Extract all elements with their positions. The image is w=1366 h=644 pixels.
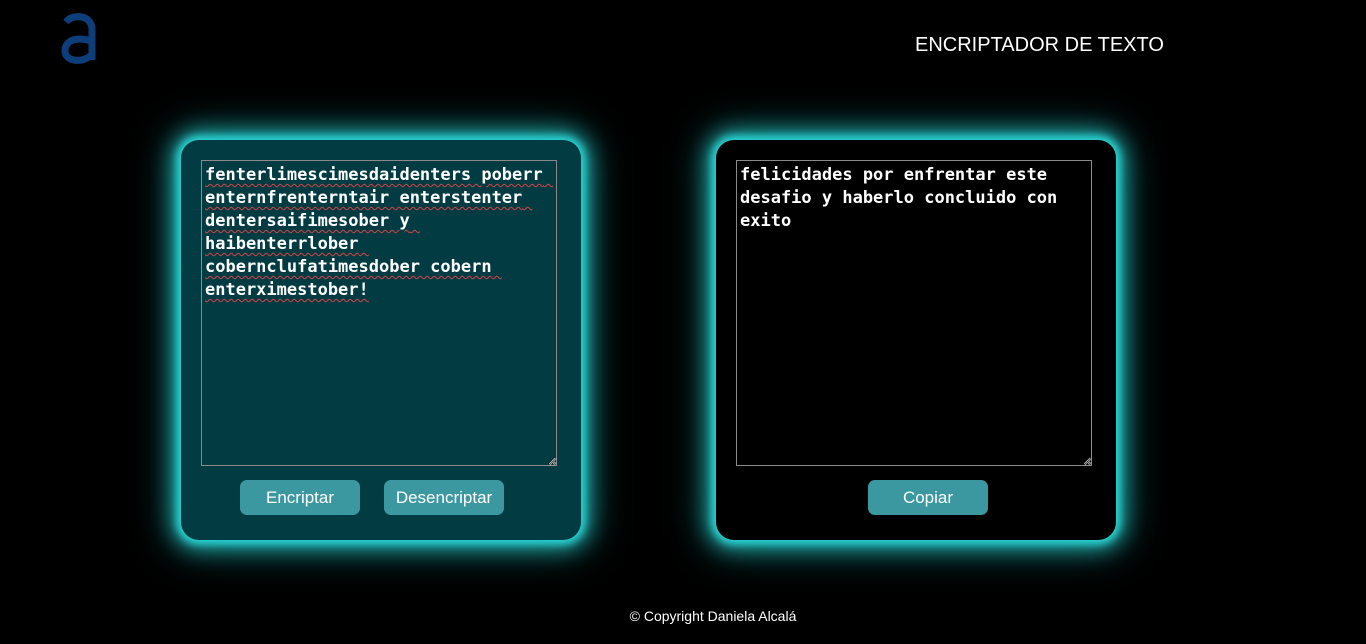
- page-title: ENCRIPTADOR DE TEXTO: [915, 34, 1164, 56]
- encrypt-button[interactable]: Encriptar: [240, 480, 360, 515]
- decrypt-button[interactable]: Desencriptar: [384, 480, 504, 515]
- input-panel: fenterlimescimesdaidenters poberr entern…: [181, 140, 581, 540]
- footer-copyright: © Copyright Daniela Alcalá: [629, 608, 797, 624]
- page: ENCRIPTADOR DE TEXTO fenterlimescimesdai…: [0, 0, 1366, 644]
- resize-grip-icon[interactable]: [549, 458, 557, 466]
- input-textarea[interactable]: fenterlimescimesdaidenters poberr entern…: [201, 160, 557, 466]
- resize-grip-icon[interactable]: [1084, 458, 1092, 466]
- output-panel: felicidades por enfrentar este desafio y…: [716, 140, 1116, 540]
- output-textarea[interactable]: felicidades por enfrentar este desafio y…: [736, 160, 1092, 466]
- copy-button[interactable]: Copiar: [868, 480, 988, 515]
- alura-logo-icon[interactable]: [58, 12, 98, 66]
